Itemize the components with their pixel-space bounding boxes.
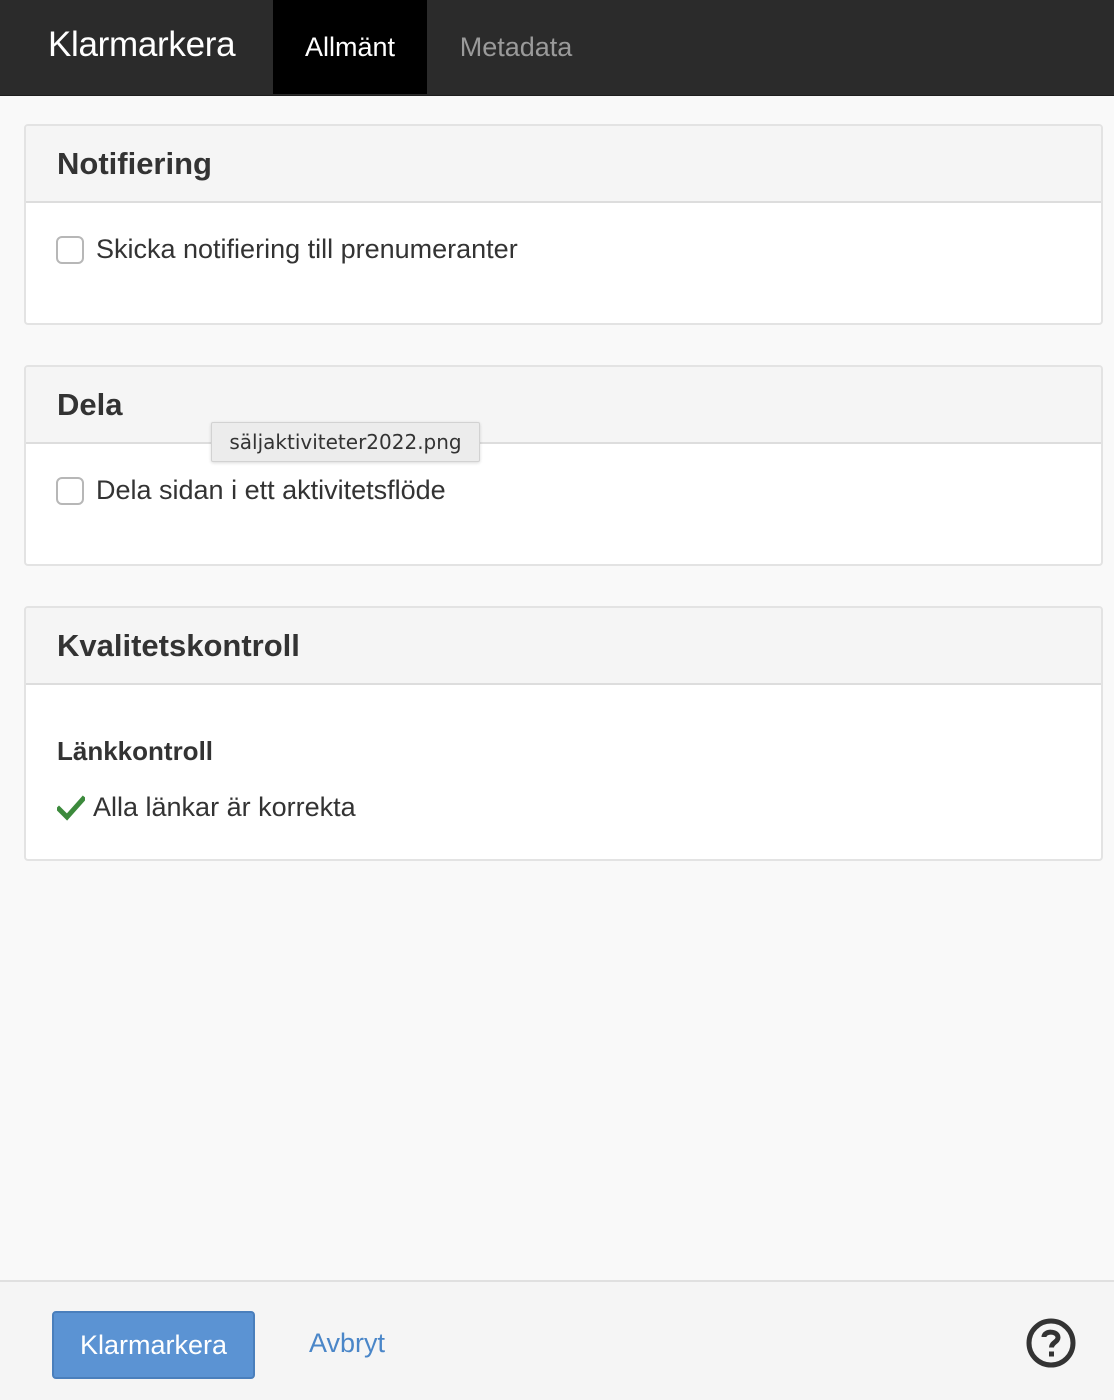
- footer-bar: Klarmarkera Avbryt: [0, 1280, 1114, 1400]
- share-activity-option[interactable]: Dela sidan i ett aktivitetsflöde: [56, 475, 446, 506]
- notify-subscribers-option[interactable]: Skicka notifiering till prenumeranter: [56, 234, 518, 265]
- link-check-status: Alla länkar är korrekta: [57, 792, 356, 823]
- link-check-heading: Länkkontroll: [57, 736, 214, 766]
- share-panel: Dela Dela sidan i ett aktivitetsflöde: [24, 365, 1103, 566]
- app-title: Klarmarkera: [48, 25, 236, 64]
- tab-allmant[interactable]: Allmänt: [273, 0, 427, 94]
- notify-subscribers-checkbox[interactable]: [56, 235, 84, 264]
- share-panel-header: Dela: [26, 367, 1101, 444]
- share-activity-label: Dela sidan i ett aktivitetsflöde: [96, 475, 446, 505]
- help-icon[interactable]: [1026, 1318, 1076, 1368]
- cancel-link[interactable]: Avbryt: [309, 1328, 385, 1359]
- mark-ready-button[interactable]: Klarmarkera: [52, 1311, 255, 1379]
- tab-metadata[interactable]: Metadata: [427, 0, 605, 94]
- quality-panel-title: Kvalitetskontroll: [57, 628, 300, 663]
- quality-panel: Kvalitetskontroll Länkkontroll Alla länk…: [24, 606, 1103, 861]
- share-panel-title: Dela: [57, 387, 123, 422]
- top-bar: Klarmarkera Allmänt Metadata: [0, 0, 1114, 96]
- notification-panel-title: Notifiering: [57, 146, 212, 181]
- checkmark-icon: [57, 794, 85, 821]
- notification-panel-header: Notifiering: [26, 126, 1101, 203]
- notification-panel: Notifiering Skicka notifiering till pren…: [24, 124, 1103, 325]
- quality-panel-header: Kvalitetskontroll: [26, 608, 1101, 685]
- link-check-status-text: Alla länkar är korrekta: [93, 792, 356, 822]
- notify-subscribers-label: Skicka notifiering till prenumeranter: [96, 234, 518, 264]
- filename-tooltip: säljaktiviteter2022.png: [211, 422, 480, 462]
- share-activity-checkbox[interactable]: [56, 476, 84, 505]
